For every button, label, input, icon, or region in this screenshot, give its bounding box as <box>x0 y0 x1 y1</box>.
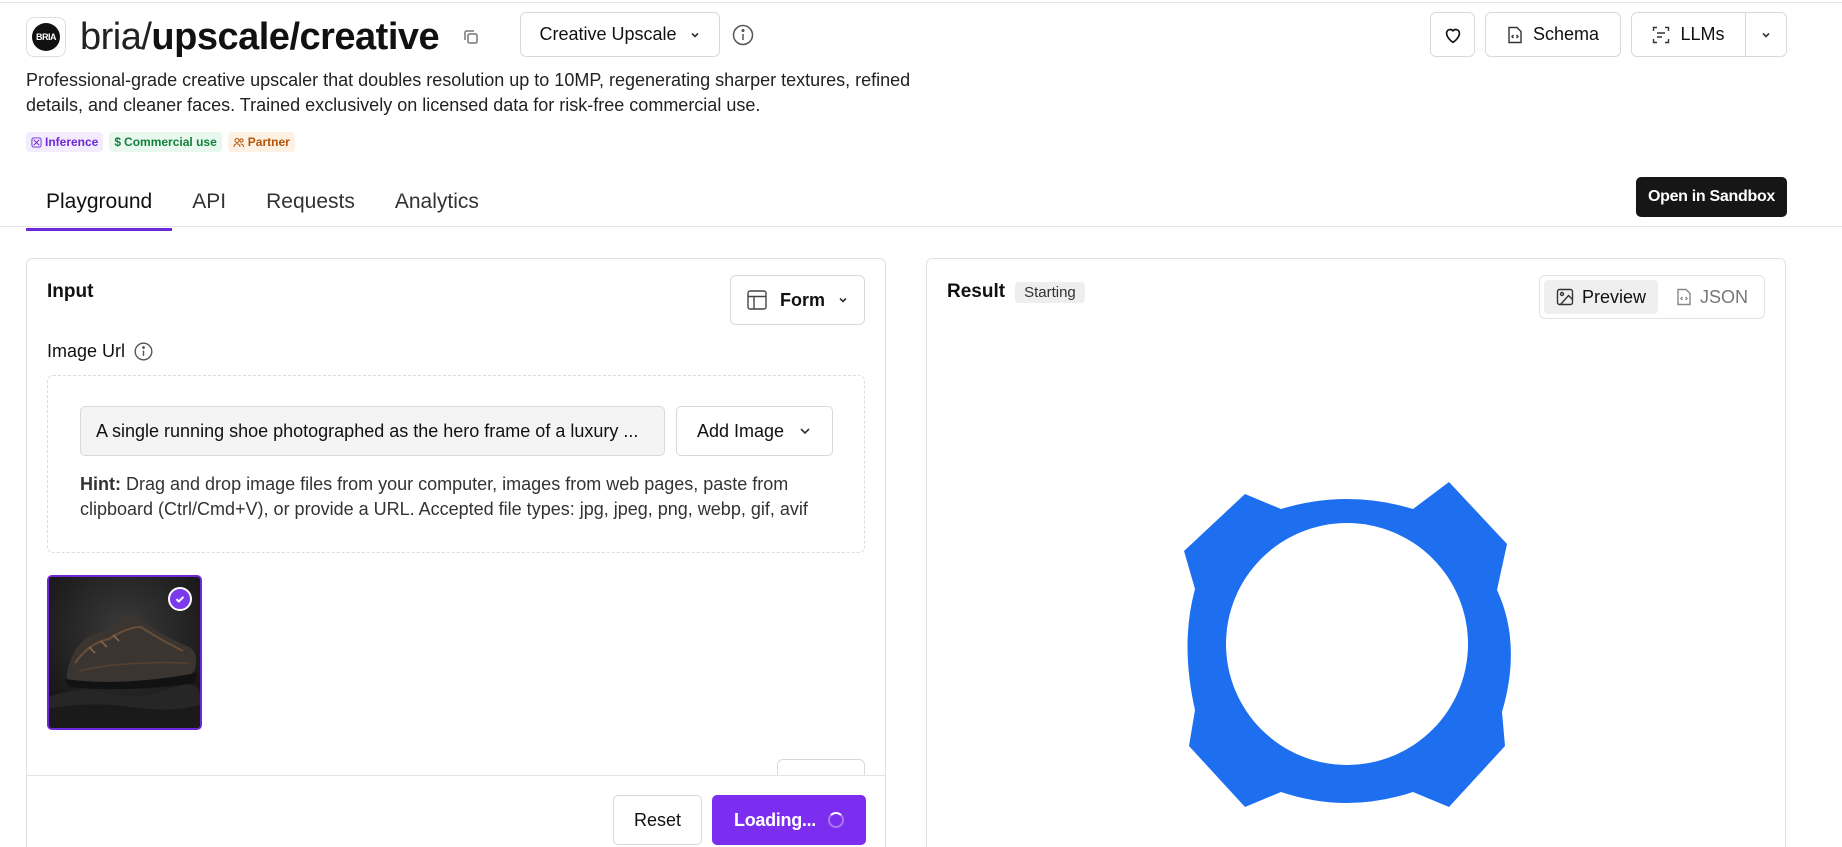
tag-commercial-use: $ Commercial use <box>109 132 222 152</box>
file-code-icon <box>1677 288 1691 306</box>
spinner-icon <box>828 812 844 828</box>
input-panel: Input Form Image Url A single running sh… <box>26 258 886 847</box>
selected-check-icon <box>168 587 192 611</box>
image-drop-zone[interactable]: A single running shoe photographed as th… <box>47 375 865 553</box>
schema-button[interactable]: Schema <box>1485 12 1621 57</box>
json-label: JSON <box>1700 286 1749 307</box>
loading-label: Loading... <box>734 809 816 830</box>
tab-api[interactable]: API <box>172 178 246 231</box>
reset-button[interactable]: Reset <box>613 795 702 845</box>
run-button-loading[interactable]: Loading... <box>712 795 866 845</box>
llms-dropdown-button[interactable] <box>1746 13 1786 56</box>
tab-playground[interactable]: Playground <box>26 178 173 231</box>
upload-hint: Hint: Drag and drop image files from you… <box>80 472 840 522</box>
llms-button[interactable]: LLMs <box>1632 13 1746 56</box>
tab-analytics[interactable]: Analytics <box>375 178 499 231</box>
heart-icon <box>1445 28 1460 43</box>
model-select-label: Creative Upscale <box>539 24 677 44</box>
title-prefix: bria/ <box>80 16 152 58</box>
top-divider <box>0 2 1842 3</box>
add-image-button[interactable]: Add Image <box>676 406 833 456</box>
image-url-label-text: Image Url <box>47 341 126 361</box>
result-panel: Result Starting Preview JSON <box>926 258 1786 847</box>
image-url-input[interactable]: A single running shoe photographed as th… <box>80 406 665 456</box>
tag-label: Commercial use <box>124 135 217 149</box>
image-icon <box>1556 288 1574 306</box>
model-select[interactable]: Creative Upscale <box>520 12 720 57</box>
llms-button-group: LLMs <box>1631 12 1787 57</box>
info-icon[interactable] <box>731 23 755 47</box>
tab-requests[interactable]: Requests <box>246 178 375 231</box>
form-label: Form <box>780 289 825 310</box>
tab-preview[interactable]: Preview <box>1544 280 1659 314</box>
add-image-label: Add Image <box>696 420 785 441</box>
tag-partner: Partner <box>227 132 295 152</box>
tag-list: Inference $ Commercial use Partner <box>26 132 295 152</box>
image-url-label: Image Url <box>47 341 154 362</box>
favorite-button[interactable] <box>1430 12 1475 57</box>
info-icon[interactable] <box>133 341 154 362</box>
hint-prefix: Hint: <box>80 474 121 494</box>
open-in-sandbox-button[interactable]: Open in Sandbox <box>1636 177 1787 217</box>
tag-label: Partner <box>247 135 290 149</box>
layout-icon <box>747 290 767 310</box>
page-title: bria/upscale/creative <box>80 16 440 58</box>
input-panel-title: Input <box>47 281 94 302</box>
preview-label: Preview <box>1582 286 1647 307</box>
bria-logo: BRIA <box>26 17 66 57</box>
model-description: Professional-grade creative upscaler tha… <box>26 70 911 115</box>
hint-text: Drag and drop image files from your comp… <box>80 474 808 519</box>
llms-label: LLMs <box>1680 24 1725 44</box>
selected-image-thumbnail[interactable] <box>47 575 202 730</box>
page-header: BRIA bria/upscale/creative <box>26 12 481 62</box>
tag-label: Inference <box>45 135 99 149</box>
result-view-toggle: Preview JSON <box>1539 275 1765 319</box>
result-header: Result Starting <box>947 281 1085 303</box>
title-main: upscale/creative <box>151 16 440 58</box>
chevron-down-icon <box>839 297 847 303</box>
result-panel-title: Result <box>947 281 1006 302</box>
status-badge: Starting <box>1015 281 1085 303</box>
form-mode-button[interactable]: Form <box>730 275 865 325</box>
main-tabs: Playground API Requests Analytics <box>26 178 499 231</box>
chevron-down-icon <box>800 428 810 435</box>
users-icon <box>233 137 244 147</box>
file-code-icon <box>1508 26 1522 43</box>
scan-text-icon <box>1653 26 1670 43</box>
tab-json[interactable]: JSON <box>1664 280 1760 314</box>
schema-label: Schema <box>1532 24 1600 44</box>
loading-gear-icon <box>1152 449 1542 839</box>
copy-icon[interactable] <box>461 27 481 47</box>
dollar-icon: $ <box>114 135 122 149</box>
chevron-down-icon <box>690 32 699 38</box>
header-actions: Schema LLMs <box>1430 12 1787 57</box>
logo-text: BRIA <box>32 23 60 51</box>
chevron-down-icon <box>1762 32 1770 38</box>
atom-icon <box>31 136 42 148</box>
tag-inference: Inference <box>26 132 104 152</box>
tabs-divider <box>0 226 1842 227</box>
